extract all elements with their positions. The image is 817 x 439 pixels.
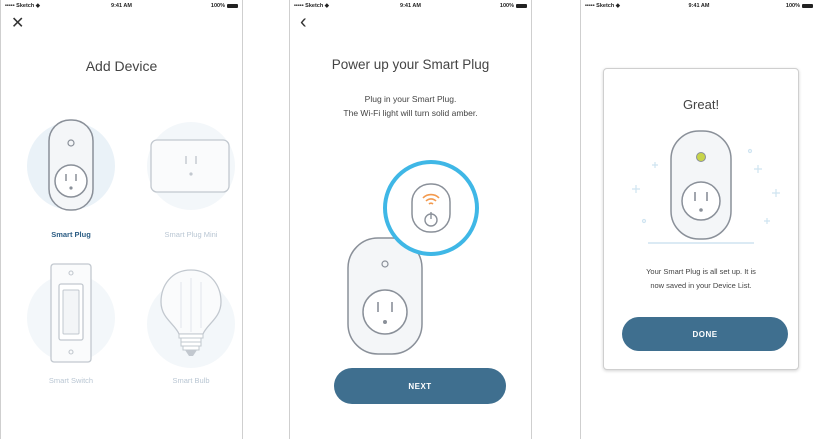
device-label: Smart Plug Mini <box>164 230 218 239</box>
device-label: Smart Switch <box>48 376 94 385</box>
device-tile-smart-bulb[interactable]: Smart Bulb <box>141 262 241 392</box>
page-title: Power up your Smart Plug <box>331 57 490 72</box>
dialog-title: Great! <box>682 97 720 112</box>
battery-percent: 100% <box>210 3 225 9</box>
close-icon[interactable]: ✕ <box>11 16 24 32</box>
clock: 9:41 AM <box>111 3 132 9</box>
message-line: Your Smart Plug is all set up. It is <box>646 267 756 276</box>
battery-icon <box>802 4 813 8</box>
done-button[interactable]: DONE <box>622 317 788 351</box>
smart-plug-icon <box>670 130 732 240</box>
page-title: Add Device <box>85 58 158 74</box>
smart-switch-icon <box>50 263 92 363</box>
power-up-screen: ••••• Sketch ◆ 9:41 AM 100% ‹ Power up y… <box>289 0 532 439</box>
status-bar: ••••• Sketch ◆ 9:41 AM 100% <box>581 0 817 14</box>
device-tile-smart-switch[interactable]: Smart Switch <box>21 262 121 392</box>
back-icon[interactable]: ‹ <box>300 12 307 32</box>
smart-plug-icon <box>347 237 423 355</box>
battery-icon <box>227 4 238 8</box>
device-label: Smart Bulb <box>172 376 210 385</box>
setup-complete-screen: ••••• Sketch ◆ 9:41 AM 100% Great! Your … <box>580 0 817 439</box>
clock: 9:41 AM <box>688 3 710 9</box>
next-button[interactable]: NEXT <box>334 368 506 404</box>
status-bar: ••••• Sketch ◆ 9:41 AM 100% <box>1 0 242 14</box>
smart-bulb-icon <box>160 269 222 356</box>
battery-indicator: 100% <box>211 3 238 9</box>
instruction-line: The Wi-Fi light will turn solid amber. <box>343 108 478 118</box>
plug-illustration <box>347 160 479 355</box>
battery-indicator: 100% <box>786 3 813 9</box>
device-tile-smart-plug-mini[interactable]: Smart Plug Mini <box>141 118 241 248</box>
instructions: Plug in your Smart Plug. The Wi-Fi light… <box>290 92 531 120</box>
battery-icon <box>516 4 527 8</box>
smart-plug-mini-icon <box>150 139 230 193</box>
success-dialog: Great! Your Smart Plug is all set up. It… <box>603 68 799 370</box>
device-label: Smart Plug <box>51 230 91 239</box>
plug-success-illustration <box>632 130 780 244</box>
status-bar: ••••• Sketch ◆ 9:41 AM 100% <box>290 0 531 14</box>
device-tile-smart-plug[interactable]: Smart Plug <box>21 118 121 248</box>
instruction-line: Plug in your Smart Plug. <box>364 94 457 104</box>
wifi-light-callout <box>383 160 479 256</box>
smart-plug-icon <box>48 119 94 211</box>
clock: 9:41 AM <box>400 3 421 9</box>
status-led-icon <box>696 152 706 162</box>
add-device-screen: ••••• Sketch ◆ 9:41 AM 100% ✕ Add Device… <box>0 0 243 439</box>
dialog-message: Your Smart Plug is all set up. It is now… <box>614 265 788 293</box>
battery-percent: 100% <box>785 3 800 9</box>
battery-percent: 100% <box>499 3 514 9</box>
battery-indicator: 100% <box>500 3 527 9</box>
message-line: now saved in your Device List. <box>650 281 752 290</box>
